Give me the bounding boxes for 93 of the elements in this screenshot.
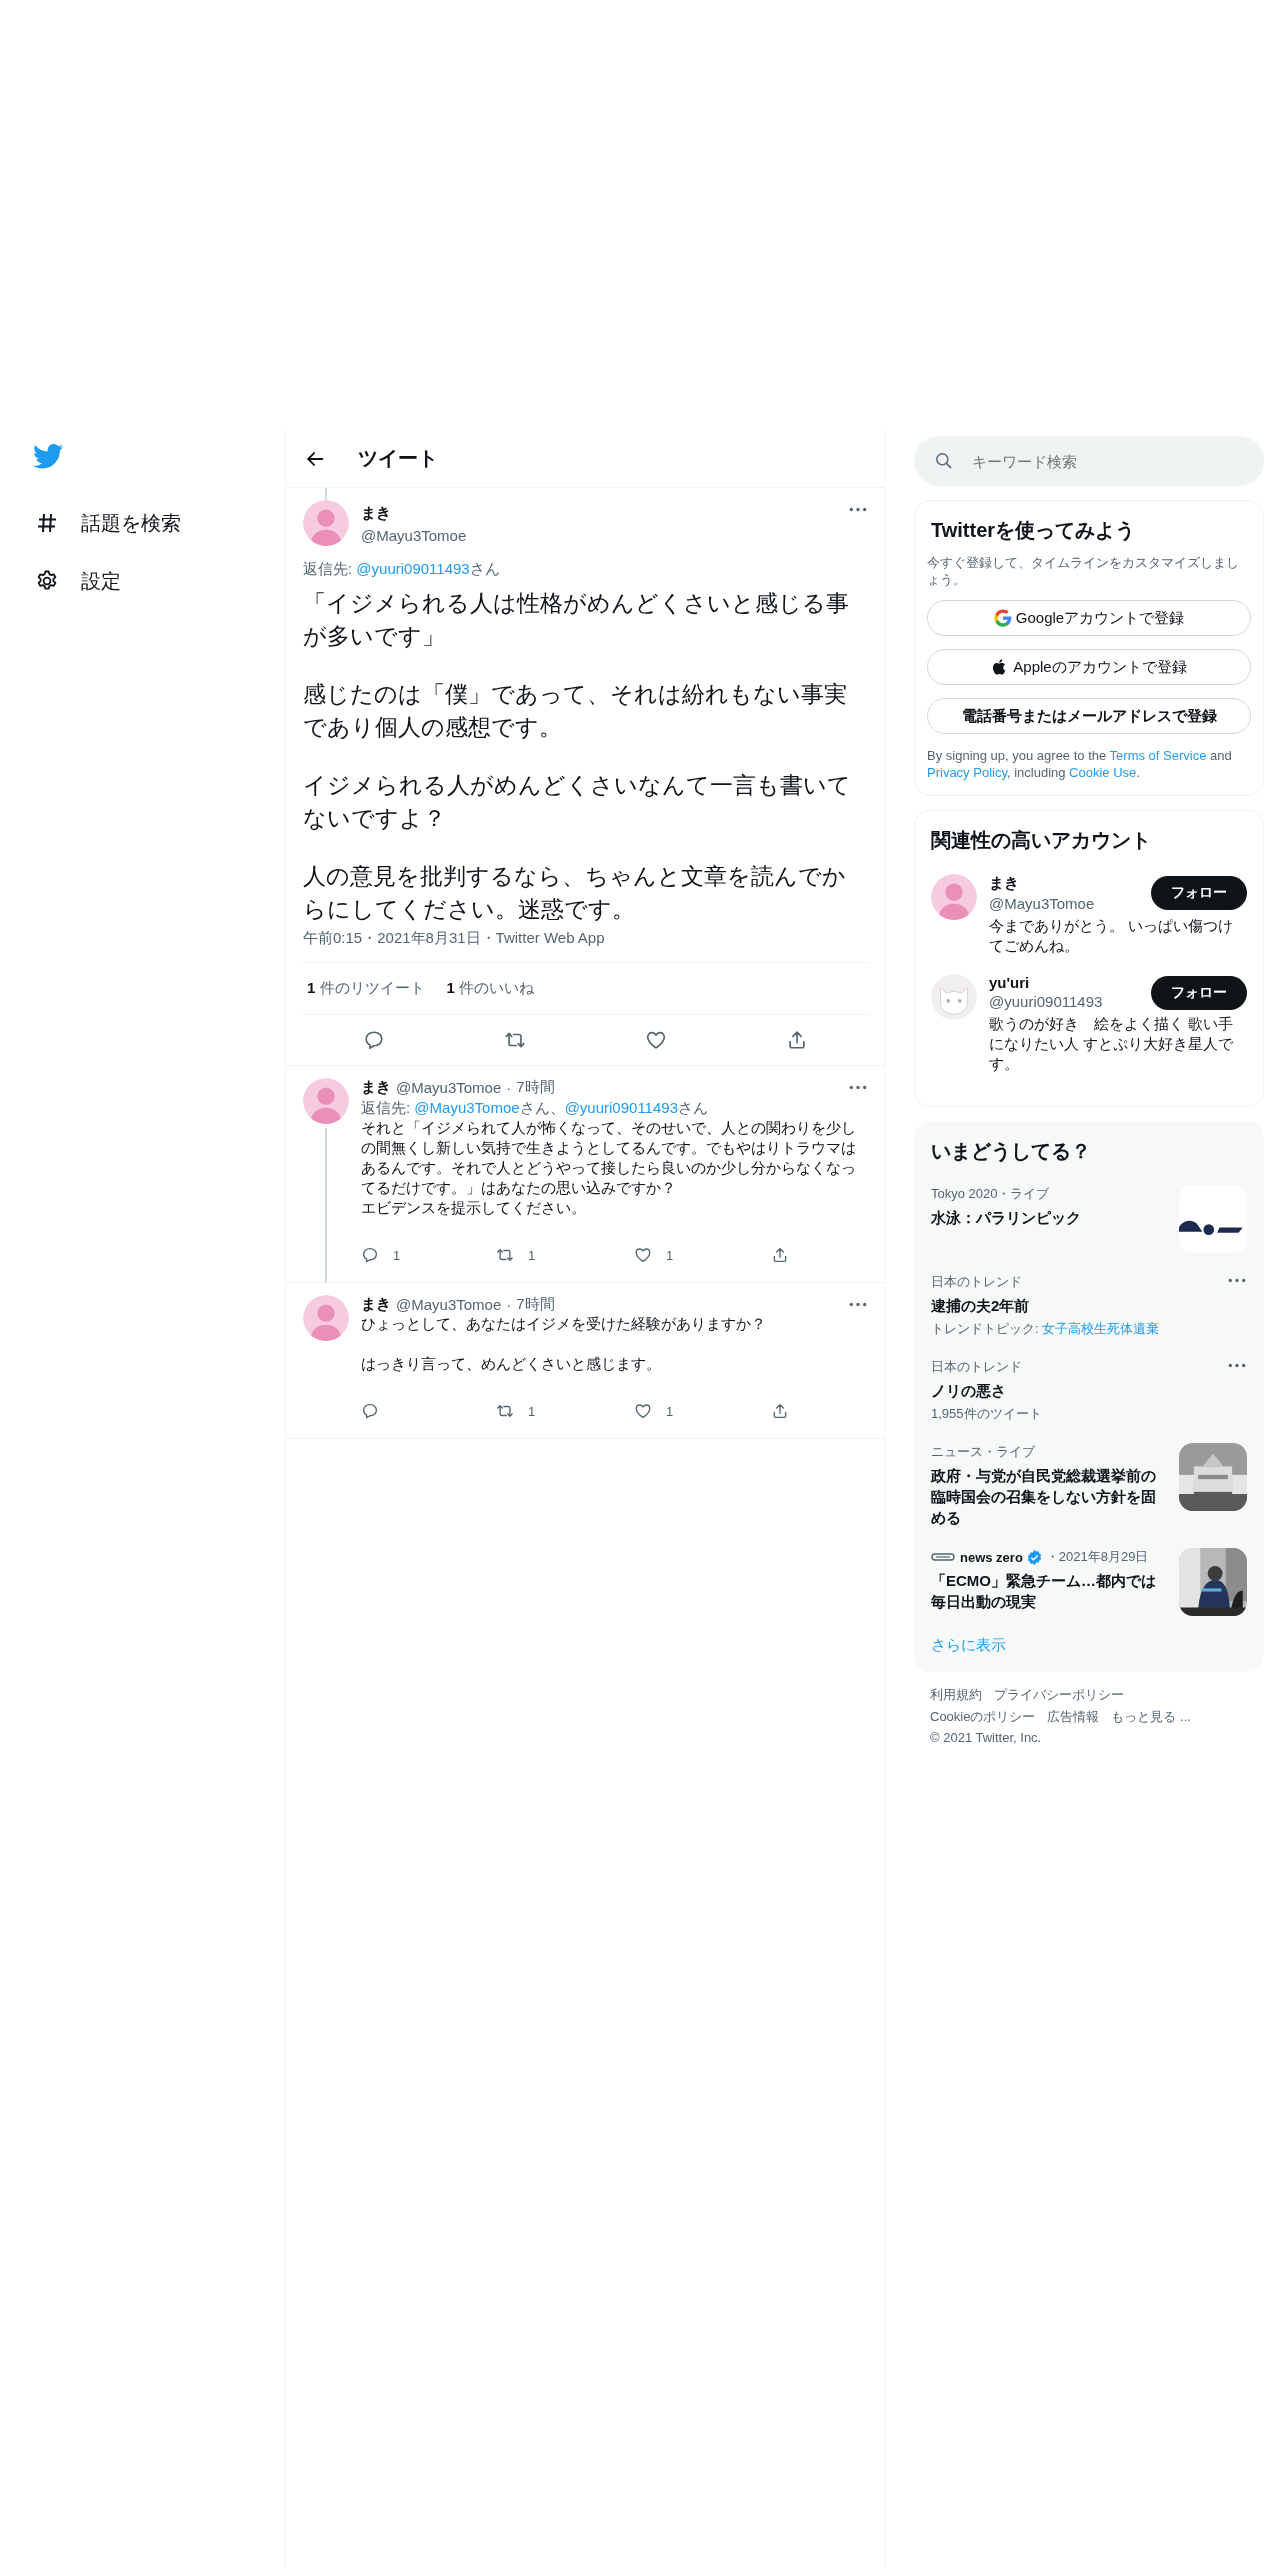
signup-button[interactable]: Googleアカウントで登録	[927, 600, 1251, 636]
user-bio: 歌うのが好き 絵をよく描く 歌い手になりたい人 すとぷり大好き星人です。	[989, 1014, 1235, 1074]
page-title: ツイート	[358, 446, 438, 471]
hashtag-icon	[35, 511, 59, 535]
tweet-time[interactable]: 7時間	[516, 1078, 555, 1097]
trend-context: 日本のトレンド	[931, 1358, 1022, 1376]
retweet-icon[interactable]	[496, 1246, 514, 1264]
separator-dot: ·	[506, 1079, 512, 1096]
separator-dot: ·	[506, 1296, 512, 1313]
tweet-count: 1,955件のツイート	[931, 1405, 1043, 1423]
user-name[interactable]: まき	[361, 504, 848, 523]
action-count: 1	[528, 1247, 536, 1263]
tweet-text: エビデンスを提示してください。	[361, 1198, 587, 1218]
share-icon[interactable]	[771, 1402, 789, 1420]
reply-icon[interactable]	[362, 1029, 385, 1051]
stat-link[interactable]: 1 件のリツイート	[307, 979, 425, 998]
user-name[interactable]: まき	[989, 874, 1095, 893]
signup-button[interactable]: Appleのアカウントで登録	[927, 649, 1251, 685]
heart-icon[interactable]	[634, 1402, 652, 1420]
reply-icon[interactable]	[361, 1246, 379, 1264]
heart-icon[interactable]	[645, 1029, 668, 1051]
footer-link[interactable]: Cookieのポリシー	[930, 1708, 1036, 1726]
more-icon[interactable]	[848, 1084, 868, 1091]
heart-icon[interactable]	[634, 1246, 652, 1264]
tweet-text: それと「イジメられて人が怖くなって、そのせいで、人との関わりを少しの間無くし新しい気持で生きようとしてるんです。でもやはりトラウマはあるんです。それで人とどうやって接したら良いのか少し分からなくなってるだけです。」はあなたの思い込みですか？	[361, 1118, 857, 1198]
reply-to-text: 返信先: @yuuri09011493さん	[303, 560, 501, 579]
user-name[interactable]: yu'uri	[989, 974, 1103, 991]
tweet-text: はっきり言って、めんどくさいと感じます。	[361, 1354, 662, 1374]
user-bio: 今までありがとう。 いっぱい傷つけてごめんね。	[989, 916, 1235, 956]
news-source: news zero	[960, 1549, 1023, 1565]
follow-button[interactable]: フォロー	[1151, 876, 1247, 910]
action-count: 1	[666, 1247, 674, 1263]
user-handle[interactable]: @Mayu3Tomoe	[396, 1296, 502, 1313]
user-handle[interactable]: @Mayu3Tomoe	[361, 527, 848, 544]
legal-text: By signing up, you agree to the Terms of Service and Privacy Policy, including Cookie Use.	[927, 747, 1233, 781]
user-handle[interactable]: @Mayu3Tomoe	[396, 1079, 502, 1096]
trend-context: 日本のトレンド	[931, 1273, 1022, 1291]
footer-link[interactable]: もっと見る ...	[1111, 1708, 1191, 1726]
footer-link[interactable]: 利用規約	[930, 1686, 982, 1704]
tweet-text: 人の意見を批判するなら、ちゃんと文章を読んでからにしてください。迷惑です。	[303, 862, 847, 924]
tweet-text: イジメられる人がめんどくさいなんて一言も書いてないですよ？	[303, 771, 852, 833]
tweet-time[interactable]: 7時間	[516, 1295, 555, 1314]
share-icon[interactable]	[771, 1246, 789, 1264]
trend-context: ニュース・ライブ	[931, 1443, 1035, 1461]
card-title: Twitterを使ってみよう	[931, 518, 1137, 543]
stat-link[interactable]: 1 件のいいね	[446, 979, 535, 998]
action-count: 1	[666, 1403, 674, 1419]
tweet-text: 「イジメられる人は性格がめんどくさいと感じる事が多いです」	[303, 589, 850, 651]
bird-logo-icon[interactable]	[33, 444, 63, 469]
trend-title: 政府・与党が自民党総裁選挙前の臨時国会の召集をしない方針を固める	[931, 1466, 1157, 1528]
trend-title: ノリの悪さ	[931, 1381, 1007, 1401]
tweet-timestamp: 午前0:15・2021年8月31日・Twitter Web App	[303, 929, 606, 948]
footer-link[interactable]: プライバシーポリシー	[994, 1686, 1124, 1704]
search-icon	[934, 451, 953, 470]
trend-title: 「ECMO」緊急チーム…都内では毎日出動の現実	[931, 1571, 1157, 1612]
more-icon[interactable]	[848, 1301, 868, 1308]
card-title: いまどうしてる？	[931, 1139, 1092, 1164]
trend-topic: トレンドトピック: 女子高校生死体遺棄	[931, 1320, 1161, 1338]
more-icon[interactable]	[1227, 1277, 1247, 1284]
user-name[interactable]: まき	[361, 1295, 391, 1314]
reply-icon[interactable]	[361, 1402, 379, 1420]
more-icon[interactable]	[1227, 1362, 1247, 1369]
trend-item[interactable]: 日本のトレンド ノリの悪さ 1,955件のツイート	[915, 1358, 1263, 1443]
trend-title: 逮捕の夫2年前	[931, 1296, 1031, 1316]
signup-button[interactable]: 電話番号またはメールアドレスで登録	[927, 698, 1251, 734]
user-handle[interactable]: @Mayu3Tomoe	[989, 895, 1095, 912]
card-title: 関連性の高いアカウント	[931, 828, 1152, 853]
user-handle[interactable]: @yuuri09011493	[989, 993, 1103, 1010]
card-subtitle: 今すぐ登録して、タイムラインをカスタマイズしましょう。	[927, 554, 1240, 588]
trend-item[interactable]: news zero ・2021年8月29日 「ECMO」緊急チーム…都内では毎日出動の現実	[915, 1548, 1263, 1636]
google-logo-icon	[993, 609, 1012, 627]
retweet-icon[interactable]	[496, 1402, 514, 1420]
action-count: 1	[393, 1247, 401, 1263]
tweet-text: 感じたのは「僕」であって、それは紛れもない事実であり個人の感想です。	[303, 680, 848, 742]
user-name[interactable]: まき	[361, 1078, 391, 1097]
trend-title: 水泳：パラリンピック	[931, 1208, 1082, 1228]
action-count: 1	[528, 1403, 536, 1419]
search-field[interactable]: キーワード検索	[914, 436, 1264, 486]
news-logo-icon	[931, 1551, 955, 1563]
trend-item[interactable]: Tokyo 2020・ライブ 水泳：パラリンピック	[915, 1185, 1263, 1273]
trend-context: Tokyo 2020・ライブ	[931, 1185, 1050, 1203]
reply-to-text: 返信先: @Mayu3Tomoeさん、@yuuri09011493さん	[361, 1099, 709, 1118]
more-icon[interactable]	[848, 506, 868, 513]
settings-icon	[35, 569, 59, 593]
nav-item[interactable]: 設定	[33, 552, 121, 610]
trend-item[interactable]: ニュース・ライブ 政府・与党が自民党総裁選挙前の臨時国会の召集をしない方針を固める	[915, 1443, 1263, 1548]
trend-item[interactable]: 日本のトレンド 逮捕の夫2年前 トレンドトピック: 女子高校生死体遺棄	[915, 1273, 1263, 1358]
nav-item[interactable]: 話題を検索	[33, 494, 181, 552]
follow-button[interactable]: フォロー	[1151, 976, 1247, 1010]
tweet-text: ひょっとして、あなたはイジメを受けた経験がありますか？	[361, 1314, 767, 1334]
trend-context: ・2021年8月29日	[1045, 1548, 1149, 1566]
copyright-text: © 2021 Twitter, Inc.	[930, 1730, 1043, 1745]
footer-link[interactable]: 広告情報	[1047, 1708, 1100, 1726]
